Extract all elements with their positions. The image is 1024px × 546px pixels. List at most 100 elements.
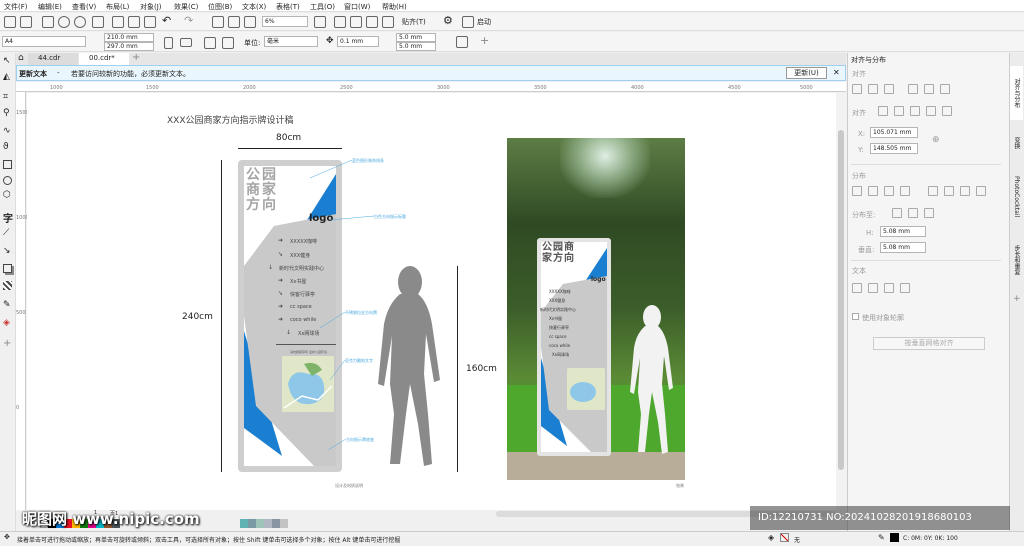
add-icon[interactable]: +: [480, 34, 489, 47]
page-size-select[interactable]: A4: [2, 36, 86, 47]
distribute-left-icon[interactable]: [852, 186, 862, 196]
menu-layout[interactable]: 布局(L): [106, 2, 129, 12]
target-point-icon[interactable]: ⊕: [932, 135, 940, 145]
palette-swatch[interactable]: [256, 519, 264, 528]
align-bottom-icon[interactable]: [940, 84, 950, 94]
side-tab-transform[interactable]: 变换: [1010, 126, 1023, 160]
home-icon[interactable]: ⌂: [18, 53, 24, 63]
text-first-baseline-icon[interactable]: [852, 283, 862, 293]
cloud-upload-icon[interactable]: [74, 16, 86, 28]
align-to-grid-button[interactable]: 按垂直网格对齐: [873, 337, 985, 350]
close-notice-icon[interactable]: ✕: [833, 68, 840, 77]
open-icon[interactable]: [20, 16, 32, 28]
drop-shadow-icon[interactable]: [3, 264, 12, 273]
x-position-field[interactable]: 105.071 mm: [870, 127, 918, 138]
tab-44-cdr[interactable]: 44.cdr: [28, 53, 78, 65]
distribute-spacing-mode-icon[interactable]: [924, 208, 934, 218]
side-tab-photococktail[interactable]: PhotoCocktail: [1010, 168, 1023, 226]
parallel-dimension-icon[interactable]: ⟋: [3, 228, 15, 240]
distribute-page-icon[interactable]: [908, 208, 918, 218]
units-select[interactable]: 毫米: [264, 36, 318, 47]
print-icon[interactable]: [92, 16, 104, 28]
undo-icon[interactable]: ↶: [162, 14, 171, 27]
pick-tool-icon[interactable]: ↖: [3, 56, 15, 68]
palette-swatch[interactable]: [280, 519, 288, 528]
add-tool-icon[interactable]: +: [3, 338, 15, 350]
redo-icon[interactable]: ↷: [184, 14, 193, 27]
eyedropper-icon[interactable]: ✎: [3, 300, 15, 312]
menu-help[interactable]: 帮助(H): [382, 2, 407, 12]
artistic-media-icon[interactable]: ϑ: [3, 142, 15, 154]
import-icon[interactable]: [212, 16, 224, 28]
duplicate-x-field[interactable]: 5.0 mm: [396, 33, 436, 42]
crop-tool-icon[interactable]: ⌗: [3, 92, 15, 104]
interactive-fill-icon[interactable]: ◈: [3, 318, 15, 330]
menu-view[interactable]: 查看(V): [72, 2, 96, 12]
specified-point-icon[interactable]: [942, 106, 952, 116]
side-tab-step-repeat[interactable]: 步长和重复: [1010, 234, 1023, 286]
active-objects-icon[interactable]: [878, 106, 888, 116]
palette-swatch[interactable]: [264, 519, 272, 528]
distribute-top-icon[interactable]: [928, 186, 938, 196]
rulers-icon[interactable]: [350, 16, 362, 28]
full-screen-icon[interactable]: [314, 16, 326, 28]
portrait-icon[interactable]: [164, 37, 173, 49]
nudge-distance-field[interactable]: 0.1 mm: [337, 36, 379, 47]
menu-bitmaps[interactable]: 位图(B): [208, 2, 232, 12]
vertical-scroll-thumb[interactable]: [838, 130, 844, 470]
distribute-center-icon[interactable]: [868, 186, 878, 196]
snap-to-dropdown[interactable]: 贴齐(T): [402, 17, 426, 27]
h-spacing-field[interactable]: 5.08 mm: [880, 226, 926, 237]
connector-tool-icon[interactable]: ↘: [3, 246, 15, 258]
distribute-selection-icon[interactable]: [892, 208, 902, 218]
update-button[interactable]: 更新(U): [786, 67, 827, 79]
menu-table[interactable]: 表格(T): [276, 2, 300, 12]
menu-file[interactable]: 文件(F): [4, 2, 28, 12]
wireframe-icon[interactable]: [334, 16, 346, 28]
new-tab-icon[interactable]: +: [132, 52, 140, 63]
text-outline-icon[interactable]: [900, 283, 910, 293]
horizontal-ruler[interactable]: [16, 82, 846, 92]
launch-dropdown[interactable]: 启动: [477, 17, 491, 27]
distribute-right-icon[interactable]: [884, 186, 894, 196]
align-top-icon[interactable]: [908, 84, 918, 94]
page-height-field[interactable]: 297.0 mm: [104, 42, 154, 51]
vertical-ruler[interactable]: [16, 92, 26, 510]
text-bbox-icon[interactable]: [884, 283, 894, 293]
tab-00-cdr[interactable]: 00.cdr*: [79, 53, 129, 65]
use-outline-checkbox[interactable]: [852, 313, 859, 320]
page-edge-icon[interactable]: [894, 106, 904, 116]
distribute-middle-icon[interactable]: [944, 186, 954, 196]
shape-tool-icon[interactable]: ◭: [3, 72, 15, 84]
freehand-tool-icon[interactable]: ∿: [3, 126, 15, 138]
palette-swatch[interactable]: [272, 519, 280, 528]
treat-as-filled-icon[interactable]: [456, 36, 468, 48]
grid-icon[interactable]: [366, 16, 378, 28]
page-width-field[interactable]: 210.0 mm: [104, 33, 154, 42]
text-tool-icon[interactable]: 字: [3, 210, 15, 225]
copy-icon[interactable]: [128, 16, 140, 28]
export-icon[interactable]: [228, 16, 240, 28]
menu-effects[interactable]: 效果(C): [174, 2, 198, 12]
cut-icon[interactable]: [112, 16, 124, 28]
align-left-icon[interactable]: [852, 84, 862, 94]
cloud-icon[interactable]: [58, 16, 70, 28]
polygon-tool-icon[interactable]: ⬡: [3, 190, 15, 202]
settings-gear-icon[interactable]: ⚙: [443, 14, 453, 27]
save-icon[interactable]: [42, 16, 54, 28]
add-docker-icon[interactable]: +: [1013, 294, 1021, 304]
menu-text[interactable]: 文本(X): [242, 2, 266, 12]
align-center-icon[interactable]: [868, 84, 878, 94]
transparency-icon[interactable]: [3, 281, 12, 290]
v-spacing-field[interactable]: 5.08 mm: [880, 242, 926, 253]
align-right-icon[interactable]: [884, 84, 894, 94]
landscape-icon[interactable]: [180, 38, 192, 47]
duplicate-y-field[interactable]: 5.0 mm: [396, 42, 436, 51]
all-pages-icon[interactable]: [204, 37, 216, 49]
align-middle-icon[interactable]: [924, 84, 934, 94]
text-last-baseline-icon[interactable]: [868, 283, 878, 293]
grid-align-icon[interactable]: [926, 106, 936, 116]
ellipse-tool-icon[interactable]: [3, 176, 12, 185]
paste-icon[interactable]: [144, 16, 156, 28]
zoom-level-select[interactable]: 6%: [262, 16, 308, 27]
